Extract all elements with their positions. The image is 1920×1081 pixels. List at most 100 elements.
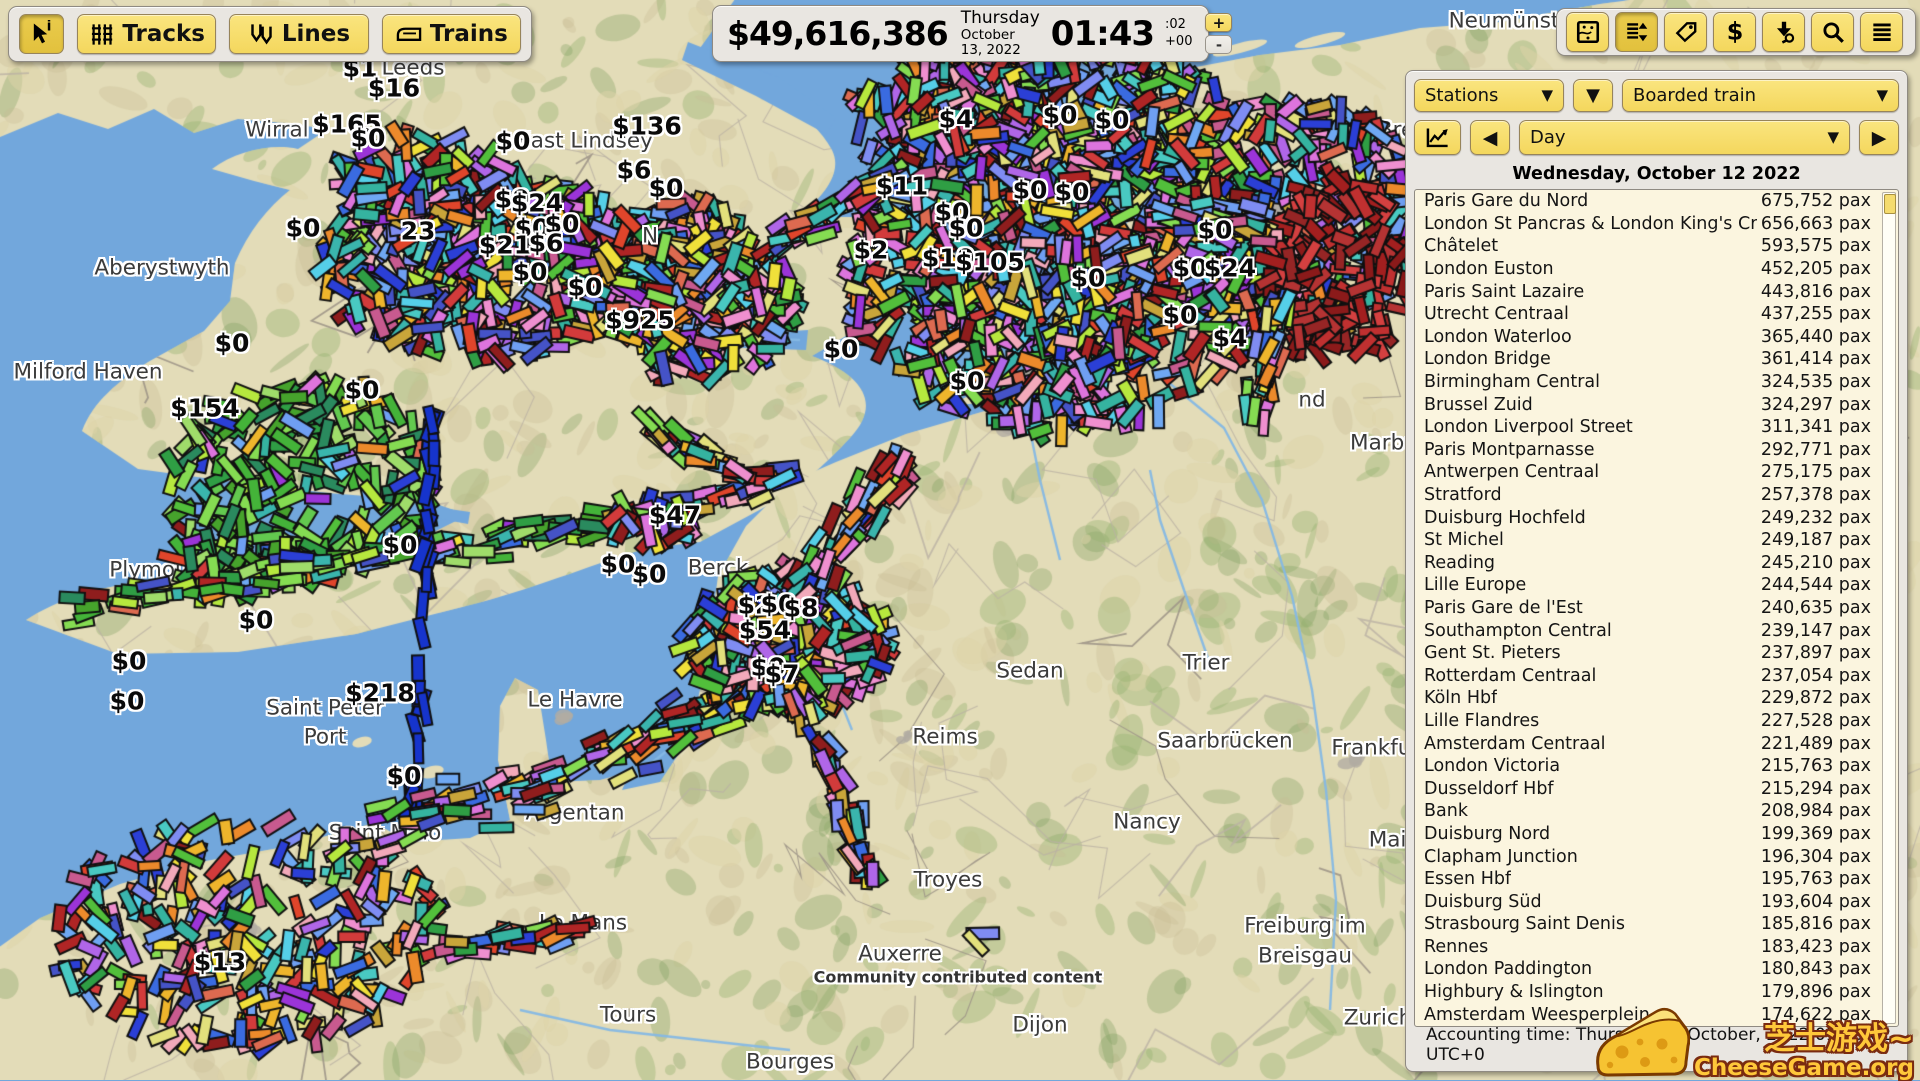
menu-icon [1869,19,1895,45]
station-list-scrollbar[interactable] [1882,192,1896,1024]
station-row[interactable]: Amsterdam Centraal 221,489 pax [1415,732,1898,755]
station-row[interactable]: Gent St. Pieters 237,897 pax [1415,642,1898,665]
station-row[interactable]: Stratford 257,378 pax [1415,484,1898,507]
station-row[interactable]: Rennes 183,423 pax [1415,936,1898,959]
station-name: Paris Montparnasse [1424,439,1595,460]
station-row[interactable]: Paris Montparnasse 292,771 pax [1415,439,1898,462]
period-date-header: Wednesday, October 12 2022 [1512,163,1801,184]
station-name: Birmingham Central [1424,372,1601,393]
station-pax: 324,297 pax [1760,394,1871,415]
previous-period-button[interactable]: ◀ [1470,120,1510,155]
station-row[interactable]: Utrecht Centraal 437,255 pax [1415,303,1898,326]
station-name: Essen Hbf [1424,869,1512,890]
steam-download-icon [1771,19,1797,45]
station-row[interactable]: Clapham Junction 196,304 pax [1415,845,1898,868]
period-dropdown[interactable]: Day ▼ [1519,120,1850,155]
station-row[interactable]: Lille Europe 244,544 pax [1415,574,1898,597]
speed-up-button[interactable]: + [1205,13,1233,32]
station-row[interactable]: St Michel 249,187 pax [1415,529,1898,552]
station-row[interactable]: Duisburg Hochfeld 249,232 pax [1415,506,1898,529]
station-pax: 361,414 pax [1760,349,1871,370]
station-row[interactable]: Lille Flandres 227,528 pax [1415,710,1898,733]
search-button[interactable] [1811,12,1854,52]
status-bar: $49,616,386 Thursday October 13, 2022 01… [712,5,1233,62]
station-row[interactable]: Paris Gare de l'Est 240,635 pax [1415,597,1898,620]
period-dropdown-value: Day [1530,127,1566,148]
station-pax: 239,147 pax [1760,620,1871,641]
station-row[interactable]: Paris Saint Lazaire 443,816 pax [1415,280,1898,303]
station-name: Lille Flandres [1424,710,1540,731]
station-name: Strasbourg Saint Denis [1424,914,1625,935]
watermark-title: 芝士游戏~ [1764,1021,1914,1058]
station-pax: 183,423 pax [1760,936,1871,957]
station-pax: 443,816 pax [1760,281,1871,302]
finances-button[interactable]: $ [1713,12,1756,52]
station-pax: 195,763 pax [1760,869,1871,890]
station-name: Brussel Zuid [1424,394,1533,415]
station-row[interactable]: Highbury & Islington 179,896 pax [1415,981,1898,1004]
chevron-right-icon: ▶ [1871,126,1887,149]
lines-button[interactable]: Lines [229,14,369,54]
trains-label: Trains [429,21,508,47]
station-pax: 208,984 pax [1760,801,1871,822]
next-period-button[interactable]: ▶ [1859,120,1899,155]
station-row[interactable]: London Victoria 215,763 pax [1415,755,1898,778]
steam-workshop-button[interactable] [1762,12,1805,52]
station-row[interactable]: Birmingham Central 324,535 pax [1415,371,1898,394]
speed-down-button[interactable]: - [1205,35,1233,54]
date-label: October 13, 2022 [960,26,1021,59]
station-name: Lille Europe [1424,575,1527,596]
station-row[interactable]: Châtelet 593,575 pax [1415,235,1898,258]
station-pax: 365,440 pax [1760,326,1871,347]
station-row[interactable]: London Waterloo 365,440 pax [1415,326,1898,349]
station-name: Clapham Junction [1424,846,1578,867]
station-name: Duisburg Süd [1424,891,1542,912]
dataset-dropdown[interactable]: Stations ▼ [1414,79,1564,112]
tags-button[interactable] [1664,12,1707,52]
station-row[interactable]: Reading 245,210 pax [1415,552,1898,575]
station-row[interactable]: London Euston 452,205 pax [1415,258,1898,281]
menu-button[interactable] [1860,12,1903,52]
station-row[interactable]: Antwerpen Centraal 275,175 pax [1415,461,1898,484]
chevron-down-icon: ▼ [1827,128,1839,146]
chart-view-button[interactable] [1414,120,1461,155]
sort-order-button[interactable] [1615,12,1658,52]
chevron-down-icon: ▼ [1876,86,1888,104]
terrain-map-icon [1575,19,1601,45]
station-row[interactable]: Paris Gare du Nord 675,752 pax [1415,190,1898,213]
station-row[interactable]: Southampton Central 239,147 pax [1415,619,1898,642]
stats-panel: Stations ▼ ▼ Boarded train ▼ ◀ Day ▼ ▶ W… [1405,70,1908,1072]
station-row[interactable]: Duisburg Süd 193,604 pax [1415,890,1898,913]
station-name: London Bridge [1424,349,1551,370]
station-row[interactable]: Strasbourg Saint Denis 185,816 pax [1415,913,1898,936]
inspect-tool-button[interactable]: i [19,14,64,54]
terrain-map-button[interactable] [1566,12,1609,52]
metric-dropdown[interactable]: Boarded train ▼ [1622,79,1899,112]
station-pax: 229,872 pax [1760,688,1871,709]
tracks-button[interactable]: Tracks [77,14,217,54]
station-row[interactable]: Essen Hbf 195,763 pax [1415,868,1898,891]
station-name: London Euston [1424,259,1554,280]
station-row[interactable]: Brussel Zuid 324,297 pax [1415,393,1898,416]
station-row[interactable]: London Bridge 361,414 pax [1415,348,1898,371]
trains-button[interactable]: Trains [381,14,521,54]
main-toolbar: i Tracks Lines Trains [8,6,532,62]
station-name: Rotterdam Centraal [1424,665,1597,686]
station-row[interactable]: Duisburg Nord 199,369 pax [1415,823,1898,846]
station-name: London Paddington [1424,959,1593,980]
station-pax: 244,544 pax [1760,575,1871,596]
station-row[interactable]: Dusseldorf Hbf 215,294 pax [1415,777,1898,800]
scrollbar-thumb[interactable] [1884,194,1896,214]
lines-label: Lines [281,21,351,47]
station-row[interactable]: London St Pancras & London King's Cr 656,… [1415,213,1898,236]
station-row[interactable]: Rotterdam Centraal 237,054 pax [1415,664,1898,687]
sort-direction-dropdown[interactable]: ▼ [1573,79,1613,112]
station-name: London Liverpool Street [1424,417,1633,438]
station-name: Antwerpen Centraal [1424,462,1600,483]
station-pax: 311,341 pax [1760,417,1871,438]
station-row[interactable]: London Liverpool Street 311,341 pax [1415,416,1898,439]
station-row[interactable]: London Paddington 180,843 pax [1415,958,1898,981]
station-name: Highbury & Islington [1424,982,1604,1003]
station-row[interactable]: Bank 208,984 pax [1415,800,1898,823]
station-row[interactable]: Köln Hbf 229,872 pax [1415,687,1898,710]
